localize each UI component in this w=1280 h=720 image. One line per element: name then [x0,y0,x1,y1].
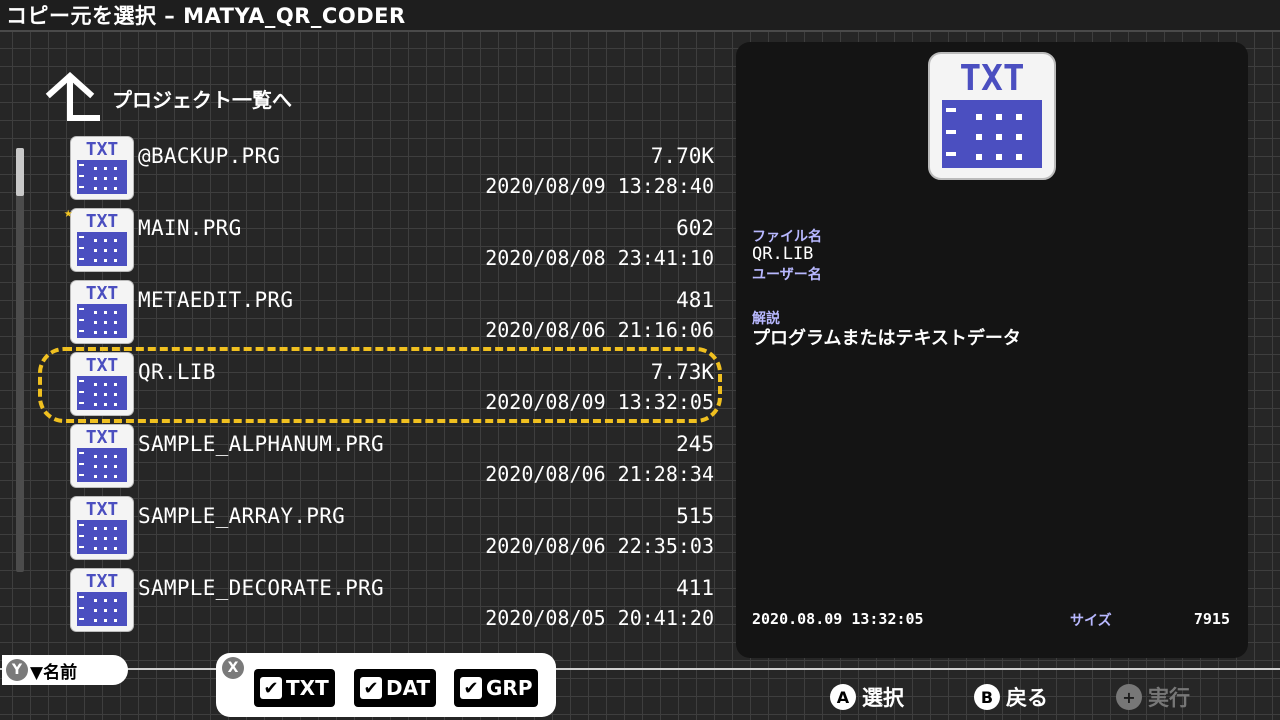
file-name: MAIN.PRG [138,216,242,240]
icon-text: TXT [86,355,119,376]
txt-file-icon: TXT [70,496,134,560]
file-size: 515 [676,504,714,528]
txt-file-icon: TXT [70,352,134,416]
select-action-label: 選択 [862,686,904,710]
b-button-icon: B [974,684,1000,710]
back-action[interactable]: B 戻る [974,682,1048,712]
file-name: SAMPLE_ARRAY.PRG [138,504,346,528]
back-action-label: 戻る [1006,686,1048,710]
txt-file-icon: TXT [70,424,134,488]
file-size: 7.73K [650,360,714,384]
file-timestamp: 2020.08.09 13:32:05 [752,610,924,628]
filter-label: TXT [286,676,329,700]
file-name: SAMPLE_DECORATE.PRG [138,576,384,600]
file-item[interactable]: TXT SAMPLE_ALPHANUM.PRG 245 2020/08/06 2… [70,424,720,496]
file-date: 2020/08/09 13:32:05 [485,390,714,414]
txt-file-icon: TXT [70,280,134,344]
file-item[interactable]: TXT SAMPLE_ARRAY.PRG 515 2020/08/06 22:3… [70,496,720,568]
star-icon: ★ [64,205,73,221]
file-name: METAEDIT.PRG [138,288,294,312]
back-label: プロジェクト一覧へ [112,87,292,112]
run-action[interactable]: + 実行 [1116,682,1190,712]
size-value: 7915 [1193,610,1230,628]
file-size: 411 [676,576,714,600]
icon-text: TXT [86,499,119,520]
filter-label: DAT [386,676,431,700]
file-size: 7.70K [650,144,714,168]
a-button-icon: A [830,684,856,710]
file-item[interactable]: TXT ★ MAIN.PRG 602 2020/08/08 23:41:10 [64,206,720,280]
checkmark-icon: ✔ [460,677,482,699]
icon-text: TXT [959,58,1024,99]
run-action-label: 実行 [1148,686,1190,710]
filter-dat-checkbox[interactable]: ✔ DAT [354,669,437,707]
file-item-selected[interactable]: TXT QR.LIB 7.73K 2020/08/09 13:32:05 [70,352,720,424]
filename-label: ファイル名 [752,229,822,245]
sort-label: ▼名前 [30,662,78,683]
file-date: 2020/08/09 13:28:40 [485,174,714,198]
file-list: TXT @BACKUP.PRG 7.70K 2020/08/09 13:28:4… [64,136,720,640]
file-name: QR.LIB [138,360,216,384]
sort-button[interactable]: Y ▼名前 [2,655,128,685]
txt-file-large-icon: TXT [928,52,1056,180]
checkmark-icon: ✔ [360,677,382,699]
file-size: 602 [676,216,714,240]
file-type-filter: X ✔ TXT ✔ DAT ✔ GRP [216,653,556,717]
file-detail-panel: TXT ファイル名 QR.LIB ユーザー名 解説 プログラムまたはテキストデー… [736,42,1248,658]
filter-grp-checkbox[interactable]: ✔ GRP [454,669,539,707]
txt-file-icon: TXT [70,208,134,272]
icon-text: TXT [86,211,119,232]
description-value: プログラムまたはテキストデータ [752,328,1021,349]
file-date: 2020/08/08 23:41:10 [485,246,714,270]
filter-txt-checkbox[interactable]: ✔ TXT [254,669,335,707]
icon-text: TXT [86,427,119,448]
icon-text: TXT [86,139,119,160]
file-item[interactable]: TXT METAEDIT.PRG 481 2020/08/06 21:16:06 [70,280,720,352]
file-date: 2020/08/06 22:35:03 [485,534,714,558]
footer-divider [0,668,1280,670]
file-date: 2020/08/06 21:16:06 [485,318,714,342]
file-date: 2020/08/06 21:28:34 [485,462,714,486]
size-label: サイズ [1070,613,1112,629]
checkmark-icon: ✔ [260,677,282,699]
window-title: コピー元を選択 – MATYA_QR_CODER [0,0,1280,32]
txt-file-icon: TXT [70,568,134,632]
file-date: 2020/08/05 20:41:20 [485,606,714,630]
back-to-projects-button[interactable]: プロジェクト一覧へ [44,72,292,124]
icon-text: TXT [86,571,119,592]
plus-button-icon: + [1116,684,1142,710]
file-name: SAMPLE_ALPHANUM.PRG [138,432,384,456]
scrollbar-thumb[interactable] [16,148,24,196]
filter-label: GRP [486,676,533,700]
file-name: @BACKUP.PRG [138,144,281,168]
filename-value: QR.LIB [752,244,814,264]
username-label: ユーザー名 [752,267,822,283]
select-action[interactable]: A 選択 [830,682,904,712]
file-size: 245 [676,432,714,456]
scrollbar[interactable] [16,148,24,572]
y-button-icon: Y [6,659,28,681]
txt-file-icon: TXT [70,136,134,200]
up-arrow-icon [45,72,100,121]
x-button-icon: X [222,657,244,679]
file-item[interactable]: TXT @BACKUP.PRG 7.70K 2020/08/09 13:28:4… [70,136,720,208]
file-item[interactable]: TXT SAMPLE_DECORATE.PRG 411 2020/08/05 2… [70,568,720,640]
file-size: 481 [676,288,714,312]
icon-text: TXT [86,283,119,304]
